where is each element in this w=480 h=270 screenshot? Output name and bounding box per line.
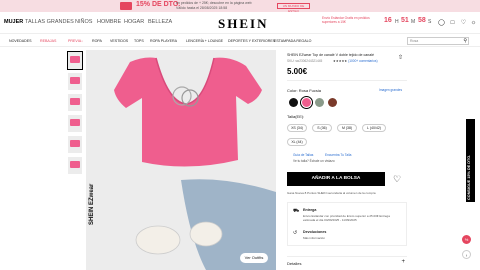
promo-button[interactable]: UN MUNDO DE ESTILO bbox=[277, 3, 310, 13]
coupon-icon[interactable]: % bbox=[462, 235, 471, 244]
cat-tallas-grandes[interactable]: TALLAS GRANDES bbox=[25, 19, 74, 25]
size-m[interactable]: M (38) bbox=[337, 124, 357, 132]
promo-bar[interactable]: 15% DE DTO. en pedidos de + 25€; descubr… bbox=[0, 0, 480, 13]
price: 5.00€ bbox=[287, 67, 308, 76]
scroll-top-icon[interactable]: ↑ bbox=[462, 250, 471, 259]
nav-estampada[interactable]: ESTAMPADA REGALO bbox=[274, 39, 311, 43]
rating[interactable]: ★★★★★ (1000+ comentarios) bbox=[333, 59, 378, 63]
size-xs[interactable]: XS (34) bbox=[287, 124, 307, 132]
thumbnail[interactable] bbox=[68, 73, 82, 90]
image-guide-link[interactable]: Imagen grandes bbox=[379, 88, 402, 92]
divider bbox=[287, 80, 407, 81]
fit-note: Ve tu talla? Échale un vistazo bbox=[293, 159, 335, 163]
reviews-link[interactable]: (1000+ comentarios) bbox=[348, 59, 377, 63]
bag-icon[interactable]: □ bbox=[449, 20, 456, 27]
countdown-hours: 16 bbox=[384, 17, 392, 24]
promo-discount: 15% DE DTO. bbox=[136, 1, 181, 8]
countdown-h: H bbox=[395, 19, 399, 25]
nav-tops[interactable]: TOPS bbox=[134, 39, 144, 43]
add-to-bag-button[interactable]: AÑADIR A LA BOLSA bbox=[287, 172, 385, 186]
return-icon: ↺ bbox=[293, 230, 298, 236]
details-label: Detalles bbox=[287, 261, 302, 266]
main-nav: NOVEDADES REBAJAS PREVIA↓ ROPA VESTIDOS … bbox=[0, 35, 480, 47]
heart-icon[interactable]: ♡ bbox=[460, 20, 467, 27]
color-label: Color: Rosa Fucsia bbox=[287, 88, 322, 93]
search-icon[interactable]: ⚲ bbox=[463, 38, 467, 44]
search-placeholder: Rosa bbox=[410, 39, 419, 43]
countdown-s: S bbox=[428, 19, 432, 25]
search-input[interactable]: Rosa ⚲ bbox=[407, 37, 469, 45]
gift-icon bbox=[120, 2, 132, 10]
nav-previa[interactable]: PREVIA↓ bbox=[68, 39, 83, 43]
side-tab-text: CONSIGUE 15% DE DTO. bbox=[467, 154, 471, 200]
share-icon[interactable]: ⇧ bbox=[398, 54, 403, 61]
delivery-text: Envío Estándar con prioridad de Envío su… bbox=[303, 214, 390, 222]
star-rating-icon: ★★★★★ bbox=[333, 59, 348, 63]
size-guide-link[interactable]: Guía de Tallas bbox=[293, 153, 313, 157]
product-sku: SKU: sw2306244321445 bbox=[287, 59, 323, 63]
thumbnail[interactable] bbox=[68, 157, 82, 174]
swatch-sage[interactable] bbox=[315, 98, 324, 107]
nav-ropa-playera[interactable]: ROPA PLAYERA bbox=[150, 39, 177, 43]
size-l[interactable]: L (40/42) bbox=[362, 124, 386, 132]
points-note: Gana Nueva 8 Puntos SHEIN secundaria al … bbox=[287, 191, 376, 195]
user-icon[interactable]: ◯ bbox=[438, 20, 445, 27]
delivery-box: ⛟ Entrega Envío Estándar con prioridad d… bbox=[287, 202, 407, 246]
swatch-black[interactable] bbox=[289, 98, 298, 107]
cat-hogar[interactable]: HOGAR bbox=[124, 19, 144, 25]
product-image[interactable]: SHEIN EZwear Ver Outfits bbox=[86, 50, 276, 270]
size-label: Talla(EE): bbox=[287, 114, 305, 119]
cat-belleza[interactable]: BELLEZA bbox=[148, 19, 172, 25]
truck-icon: ⛟ bbox=[293, 208, 300, 214]
nav-deportes[interactable]: DEPORTES Y EXTERIORES bbox=[228, 39, 275, 43]
logo[interactable]: SHEIN bbox=[218, 16, 268, 32]
nav-ropa[interactable]: ROPA bbox=[92, 39, 102, 43]
product-photo bbox=[86, 50, 276, 270]
returns-title: Devoluciones bbox=[303, 230, 327, 234]
brand-watermark: SHEIN EZwear bbox=[89, 183, 95, 225]
countdown-minutes: 51 bbox=[401, 17, 409, 24]
swatch-brown[interactable] bbox=[328, 98, 337, 107]
header: MUJER TALLAS GRANDES NIÑOS HOMBRE HOGAR … bbox=[0, 12, 480, 34]
countdown-m: M bbox=[411, 19, 416, 25]
view-outfits-button[interactable]: Ver Outfits bbox=[240, 253, 268, 263]
cat-hombre[interactable]: HOMBRE bbox=[97, 19, 121, 25]
nav-novedades[interactable]: NOVEDADES bbox=[9, 39, 32, 43]
thumbnail[interactable] bbox=[68, 136, 82, 153]
thumbnail[interactable] bbox=[67, 51, 83, 70]
size-s[interactable]: S (36) bbox=[312, 124, 332, 132]
swatch-fuchsia[interactable] bbox=[300, 96, 313, 109]
nav-vestidos[interactable]: VESTIDOS bbox=[110, 39, 128, 43]
product-title: SHEIN EZwear Top de canalé V doble tejid… bbox=[287, 53, 375, 57]
countdown-seconds: 58 bbox=[418, 17, 426, 24]
returns-link[interactable]: Más información bbox=[303, 236, 398, 240]
thumbnail[interactable] bbox=[68, 94, 82, 111]
size-xl[interactable]: XL (44) bbox=[287, 138, 307, 146]
plus-icon[interactable]: + bbox=[401, 259, 405, 265]
shipping-note: Envío Estándar Gratis en pedidos superio… bbox=[322, 16, 370, 24]
wishlist-heart-icon[interactable]: ♡ bbox=[393, 174, 401, 185]
cat-ninos[interactable]: NIÑOS bbox=[75, 19, 92, 25]
thumbnail[interactable] bbox=[68, 115, 82, 132]
globe-icon[interactable]: ☼ bbox=[470, 20, 477, 27]
delivery-title: Entrega bbox=[303, 208, 317, 212]
nav-rebajas[interactable]: REBAJAS bbox=[40, 39, 56, 43]
cat-mujer[interactable]: MUJER bbox=[4, 19, 23, 25]
nav-lenceria[interactable]: LENCERÍA + LOUNGE bbox=[186, 39, 223, 43]
find-size-link[interactable]: Encuentra Tu Talla bbox=[325, 153, 351, 157]
side-discount-tab[interactable]: CONSIGUE 15% DE DTO. bbox=[466, 119, 475, 202]
details-accordion[interactable]: Detalles + bbox=[287, 256, 407, 266]
